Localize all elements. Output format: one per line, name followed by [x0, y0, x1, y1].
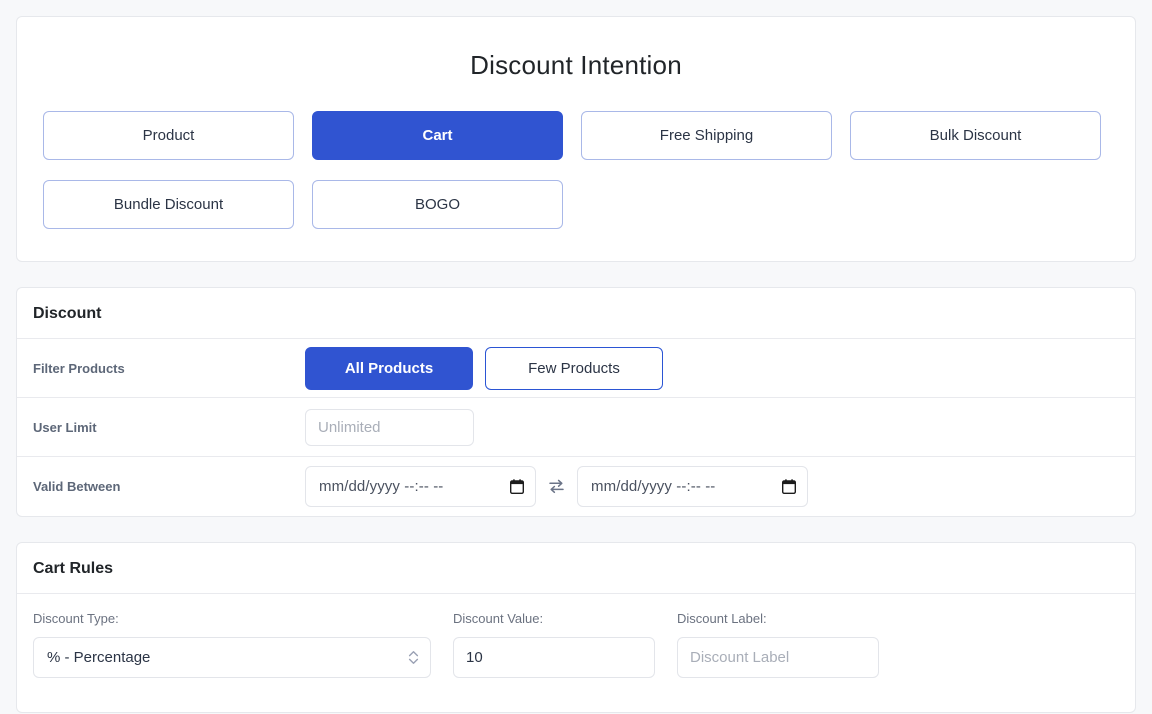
valid-between-label: Valid Between: [33, 479, 121, 494]
discount-value-field: Discount Value:: [453, 611, 655, 678]
discount-intention-card: Discount Intention Product Cart Free Shi…: [16, 16, 1136, 262]
discount-value-input[interactable]: [453, 637, 655, 678]
chevron-up-down-icon[interactable]: [408, 648, 419, 667]
discount-label-field: Discount Label:: [677, 611, 879, 678]
few-products-button[interactable]: Few Products: [485, 346, 663, 390]
cart-rules-card: Cart Rules Discount Type: % - Percentage…: [16, 542, 1136, 713]
intention-label: BOGO: [414, 196, 460, 213]
intention-label: Free Shipping: [659, 127, 754, 144]
discount-type-field: Discount Type: % - Percentage: [33, 611, 431, 678]
discount-type-label: Discount Type:: [33, 611, 119, 626]
all-products-button[interactable]: All Products: [305, 346, 473, 390]
valid-from-placeholder: mm/dd/yyyy --:-- --: [319, 478, 444, 495]
discount-label-label: Discount Label:: [677, 611, 767, 626]
calendar-icon[interactable]: [510, 479, 524, 494]
intention-cart[interactable]: Cart: [312, 111, 563, 160]
valid-to-datetime-input[interactable]: mm/dd/yyyy --:-- --: [577, 466, 808, 507]
discount-type-select[interactable]: % - Percentage: [33, 637, 431, 678]
page-title: Discount Intention: [470, 50, 682, 80]
intention-label: Bundle Discount: [113, 196, 224, 213]
discount-card: Discount Filter Products All Products Fe…: [16, 287, 1136, 517]
filter-products-row: Filter Products All Products Few Product…: [17, 339, 1135, 398]
discount-label-input[interactable]: [677, 637, 879, 678]
all-products-label: All Products: [344, 359, 434, 377]
valid-between-field-wrap: mm/dd/yyyy --:-- -- mm/dd/yyyy --:-- --: [305, 466, 808, 507]
user-limit-label: User Limit: [33, 419, 97, 435]
intention-product[interactable]: Product: [43, 111, 294, 160]
user-limit-input[interactable]: [305, 408, 474, 446]
intention-label: Cart: [422, 127, 453, 144]
swap-horizontal-icon[interactable]: [548, 478, 565, 495]
valid-from-datetime-input[interactable]: mm/dd/yyyy --:-- --: [305, 466, 536, 507]
discount-section-title: Discount: [17, 288, 1135, 339]
few-products-label: Few Products: [528, 359, 620, 377]
user-limit-row: User Limit: [17, 398, 1135, 457]
intention-bulk-discount[interactable]: Bulk Discount: [850, 111, 1101, 160]
intention-bundle-discount[interactable]: Bundle Discount: [43, 180, 294, 229]
intention-bogo[interactable]: BOGO: [312, 180, 563, 229]
cart-rules-section-title: Cart Rules: [17, 543, 1135, 594]
intention-label: Product: [142, 127, 195, 144]
filter-products-toggle-group: All Products Few Products: [305, 346, 663, 390]
intention-button-group: Product Cart Free Shipping Bulk Discount…: [43, 111, 1109, 229]
discount-value-label: Discount Value:: [453, 611, 544, 626]
intention-free-shipping[interactable]: Free Shipping: [581, 111, 832, 160]
valid-between-row: Valid Between mm/dd/yyyy --:-- -- mm/dd/…: [17, 457, 1135, 516]
discount-type-value: % - Percentage: [47, 649, 151, 666]
discount-settings-page: Discount Intention Product Cart Free Shi…: [0, 0, 1152, 714]
filter-products-label: Filter Products: [33, 360, 125, 376]
cart-rules-body: Discount Type: % - Percentage Discount V…: [17, 594, 1135, 712]
intention-label: Bulk Discount: [929, 127, 1022, 144]
calendar-icon[interactable]: [782, 479, 796, 494]
user-limit-field-wrap: [305, 408, 474, 446]
valid-to-placeholder: mm/dd/yyyy --:-- --: [591, 478, 716, 495]
